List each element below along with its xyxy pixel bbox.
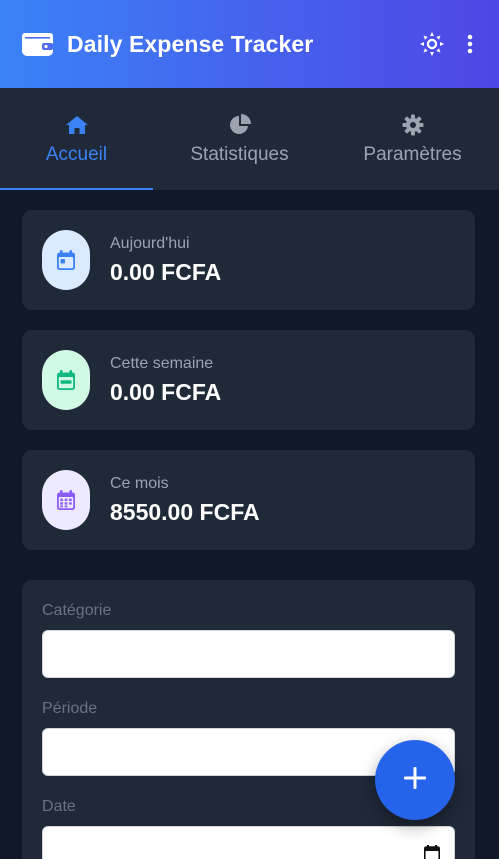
card-texts: Cette semaine 0.00 FCFA bbox=[110, 355, 221, 406]
period-label: Période bbox=[42, 700, 98, 717]
card-texts: Aujourd'hui 0.00 FCFA bbox=[110, 235, 221, 286]
add-expense-button[interactable] bbox=[375, 740, 455, 820]
date-input[interactable] bbox=[42, 826, 455, 859]
tab-bar: Accueil Statistiques Paramètres bbox=[0, 88, 499, 190]
tab-label: Accueil bbox=[45, 144, 108, 165]
category-select[interactable] bbox=[42, 630, 455, 678]
tab-label: Paramètres bbox=[363, 144, 462, 165]
app-header: Daily Expense Tracker bbox=[0, 0, 499, 88]
category-label: Catégorie bbox=[42, 602, 112, 619]
card-value: 8550.00 FCFA bbox=[110, 498, 260, 525]
card-label: Cette semaine bbox=[110, 354, 214, 372]
tab-parametres[interactable]: Paramètres bbox=[326, 88, 499, 190]
calendar-day-icon bbox=[42, 230, 90, 290]
calendar-week-icon bbox=[42, 350, 90, 410]
app-title: Daily Expense Tracker bbox=[67, 30, 314, 57]
header-actions bbox=[419, 31, 477, 57]
calendar-picker-icon[interactable] bbox=[424, 845, 440, 859]
app-root: Daily Expense Tracker Accueil Statistiqu… bbox=[0, 0, 499, 859]
more-vertical-icon[interactable] bbox=[463, 31, 477, 57]
calendar-month-icon bbox=[42, 470, 90, 530]
summary-card-week: Cette semaine 0.00 FCFA bbox=[22, 330, 475, 430]
tab-statistiques[interactable]: Statistiques bbox=[153, 88, 326, 190]
card-label: Aujourd'hui bbox=[110, 234, 190, 252]
summary-card-today: Aujourd'hui 0.00 FCFA bbox=[22, 210, 475, 310]
gear-icon bbox=[402, 114, 424, 136]
pie-chart-icon bbox=[229, 114, 251, 136]
tab-label: Statistiques bbox=[190, 144, 289, 165]
card-label: Ce mois bbox=[110, 474, 169, 492]
card-texts: Ce mois 8550.00 FCFA bbox=[110, 475, 260, 526]
card-value: 0.00 FCFA bbox=[110, 378, 222, 405]
tab-accueil[interactable]: Accueil bbox=[0, 88, 153, 190]
sun-icon[interactable] bbox=[419, 31, 445, 57]
plus-icon bbox=[404, 766, 426, 794]
date-label: Date bbox=[42, 798, 76, 815]
home-icon bbox=[65, 114, 89, 136]
wallet-icon bbox=[22, 32, 53, 56]
summary-card-month: Ce mois 8550.00 FCFA bbox=[22, 450, 475, 550]
card-value: 0.00 FCFA bbox=[110, 258, 222, 285]
